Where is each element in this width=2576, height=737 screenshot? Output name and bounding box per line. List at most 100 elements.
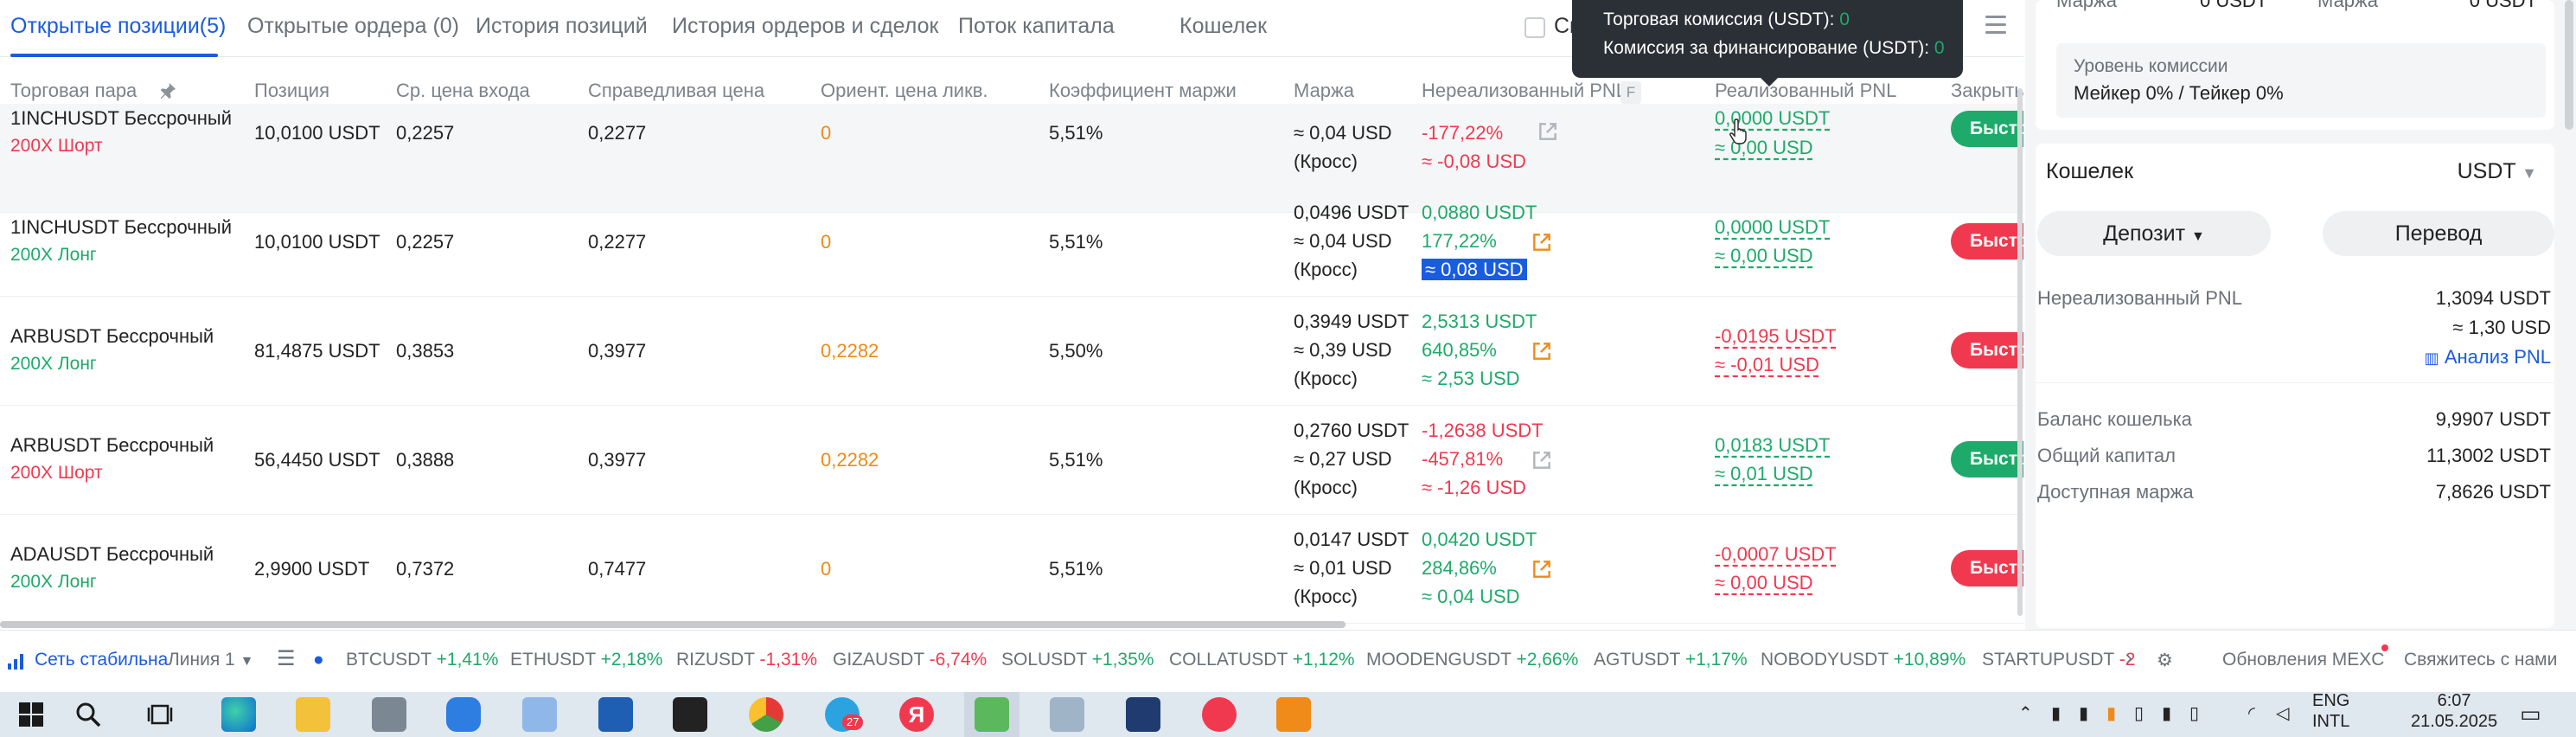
- mexc-updates-link[interactable]: Обновления MEXC: [2222, 650, 2384, 670]
- wifi-icon[interactable]: ◜: [2248, 702, 2255, 724]
- right-panel-scrollbar[interactable]: [2565, 0, 2573, 130]
- col-unrealized-pnl: Нереализованный PNL: [1422, 80, 1627, 101]
- margin-usd: ≈ 0,27 USD: [1294, 448, 1392, 470]
- realized-pnl-usd[interactable]: ≈ 0,01 USD: [1715, 459, 1813, 488]
- clock-date: 21.05.2025: [2411, 712, 2498, 731]
- settings-sliders-icon[interactable]: ⚙: [2157, 650, 2173, 671]
- tray-app-icon[interactable]: ▮: [2079, 702, 2088, 724]
- liq-price: 0: [821, 231, 832, 253]
- quick-close-button[interactable]: Быстр: [1951, 111, 2023, 147]
- tray-app-icon[interactable]: ▮: [2106, 702, 2116, 724]
- yandex-browser-icon[interactable]: [1202, 697, 1237, 732]
- share-icon[interactable]: [1531, 231, 1553, 253]
- quick-close-button[interactable]: Быстр: [1951, 332, 2023, 368]
- ticker-item[interactable]: MOODENGUSDT +2,66%: [1366, 650, 1578, 670]
- pair-name[interactable]: ARBUSDT Бессрочный: [10, 322, 214, 350]
- realized-pnl-usd[interactable]: ≈ 0,00 USD: [1715, 568, 1813, 597]
- line-selector[interactable]: Линия 1 ▼: [168, 650, 253, 670]
- paint-icon[interactable]: [522, 697, 557, 732]
- ticker-item[interactable]: COLLATUSDT +1,12%: [1169, 650, 1355, 670]
- tab-open-positions[interactable]: Открытые позиции(5): [10, 14, 226, 39]
- tooltip-arrow: [1761, 78, 1778, 87]
- search-icon[interactable]: [74, 701, 102, 728]
- notifications-icon[interactable]: ▭: [2520, 701, 2541, 727]
- notes-app-icon[interactable]: [673, 697, 707, 732]
- task-view-icon[interactable]: [147, 702, 173, 727]
- quick-close-button[interactable]: Быстр: [1951, 550, 2023, 586]
- ticker-item[interactable]: ETHUSDT +2,18%: [510, 650, 662, 670]
- chrome-icon[interactable]: [749, 697, 783, 732]
- pair-name[interactable]: ARBUSDT Бессрочный: [10, 431, 214, 459]
- total-equity-value: 11,3002 USDT: [2426, 445, 2551, 466]
- calculator-icon[interactable]: [372, 697, 406, 732]
- share-icon[interactable]: [1531, 449, 1553, 471]
- deposit-label: Депозит: [2103, 221, 2186, 246]
- liq-price: 0,2282: [821, 449, 879, 471]
- pin-icon[interactable]: [158, 81, 177, 100]
- tray-app-icon[interactable]: ▮: [2162, 702, 2171, 724]
- transfer-button[interactable]: Перевод: [2323, 211, 2554, 256]
- wallet-title: Кошелек: [2046, 159, 2134, 183]
- ticker-change: -1,31%: [759, 650, 818, 670]
- position-size: 2,9900 USDT: [254, 558, 370, 580]
- ticker-item[interactable]: RIZUSDT -1,31%: [676, 650, 817, 670]
- app-icon[interactable]: [1276, 697, 1311, 732]
- funding-filter-badge[interactable]: F: [1620, 81, 1641, 104]
- app-icon[interactable]: [1126, 697, 1160, 732]
- file-explorer-icon[interactable]: [296, 697, 330, 732]
- list-menu-icon[interactable]: [1985, 16, 2006, 35]
- realized-pnl-usd[interactable]: ≈ 0,00 USD: [1715, 241, 1813, 270]
- signal-icon: [8, 654, 23, 670]
- ticker-item[interactable]: GIZAUSDT -6,74%: [833, 650, 987, 670]
- tray-app-icon[interactable]: ▮: [2051, 702, 2061, 724]
- ticker-item[interactable]: STARTUPUSDT -2: [1982, 650, 2135, 670]
- quick-close-button[interactable]: Быстр: [1951, 441, 2023, 477]
- total-equity-label: Общий капитал: [2037, 445, 2176, 466]
- tab-open-orders[interactable]: Открытые ордера (0): [247, 14, 459, 39]
- chat-app-icon[interactable]: [446, 697, 481, 732]
- realized-pnl-usdt[interactable]: -0,0195 USDT: [1715, 322, 1837, 350]
- realized-pnl-usdt[interactable]: -0,0007 USDT: [1715, 540, 1837, 568]
- table-vertical-scrollbar[interactable]: [2017, 88, 2023, 616]
- deposit-button[interactable]: Депозит ▼: [2037, 211, 2271, 256]
- tab-capital-flow[interactable]: Поток капитала: [958, 14, 1115, 39]
- ticker-item[interactable]: NOBODYUSDT +10,89%: [1761, 650, 1966, 670]
- clock[interactable]: 6:07 21.05.2025: [2411, 690, 2497, 732]
- volume-icon[interactable]: ◁: [2276, 702, 2289, 724]
- windows-start-icon[interactable]: [19, 702, 43, 727]
- contact-us-link[interactable]: Свяжитесь с нами: [2404, 650, 2557, 670]
- pair-name[interactable]: ADAUSDT Бессрочный: [10, 540, 214, 568]
- share-icon[interactable]: [1537, 120, 1559, 143]
- realized-pnl-usdt[interactable]: 0,0183 USDT: [1715, 431, 1830, 459]
- tray-app-icon[interactable]: ▯: [2189, 702, 2199, 724]
- chevron-right-icon[interactable]: ›: [2125, 646, 2132, 670]
- hide-other-checkbox[interactable]: [1525, 17, 1545, 38]
- pnl-analysis-link[interactable]: ▥ Анализ PNL: [2425, 346, 2551, 368]
- realized-pnl-usdt[interactable]: 0,0000 USDT: [1715, 213, 1830, 241]
- app-icon[interactable]: [1050, 697, 1084, 732]
- tray-app-icon[interactable]: ▯: [2134, 702, 2144, 724]
- quick-close-button[interactable]: Быстр: [1951, 223, 2023, 260]
- pair-name[interactable]: 1INCHUSDT Бессрочный: [10, 104, 232, 132]
- edge-browser-icon[interactable]: [221, 697, 256, 732]
- ticker-item[interactable]: BTCUSDT +1,41%: [346, 650, 498, 670]
- table-horizontal-scrollbar[interactable]: [0, 621, 1346, 628]
- yandex-icon[interactable]: Я: [899, 697, 934, 732]
- ticker-symbol: BTCUSDT: [346, 650, 431, 670]
- remote-desktop-icon[interactable]: [975, 697, 1009, 732]
- tab-wallet[interactable]: Кошелек: [1179, 14, 1267, 39]
- store-icon[interactable]: [598, 697, 633, 732]
- tray-chevron-up-icon[interactable]: ⌃: [2018, 702, 2033, 724]
- share-icon[interactable]: [1531, 558, 1553, 580]
- pair-name[interactable]: 1INCHUSDT Бессрочный: [10, 213, 232, 241]
- ticker-item[interactable]: SOLUSDT +1,35%: [1001, 650, 1154, 670]
- tab-order-trade-history[interactable]: История ордеров и сделок: [672, 14, 938, 39]
- wallet-currency-select[interactable]: USDT ▼: [2458, 159, 2537, 184]
- tab-position-history[interactable]: История позиций: [476, 14, 648, 39]
- share-icon[interactable]: [1531, 340, 1553, 362]
- realized-pnl-usd[interactable]: ≈ -0,01 USD: [1715, 350, 1819, 379]
- list-icon[interactable]: ☰: [277, 646, 296, 671]
- margin-ratio: 5,50%: [1049, 340, 1103, 362]
- ticker-item[interactable]: AGTUSDT +1,17%: [1594, 650, 1748, 670]
- language-indicator[interactable]: ENG INTL: [2312, 690, 2349, 732]
